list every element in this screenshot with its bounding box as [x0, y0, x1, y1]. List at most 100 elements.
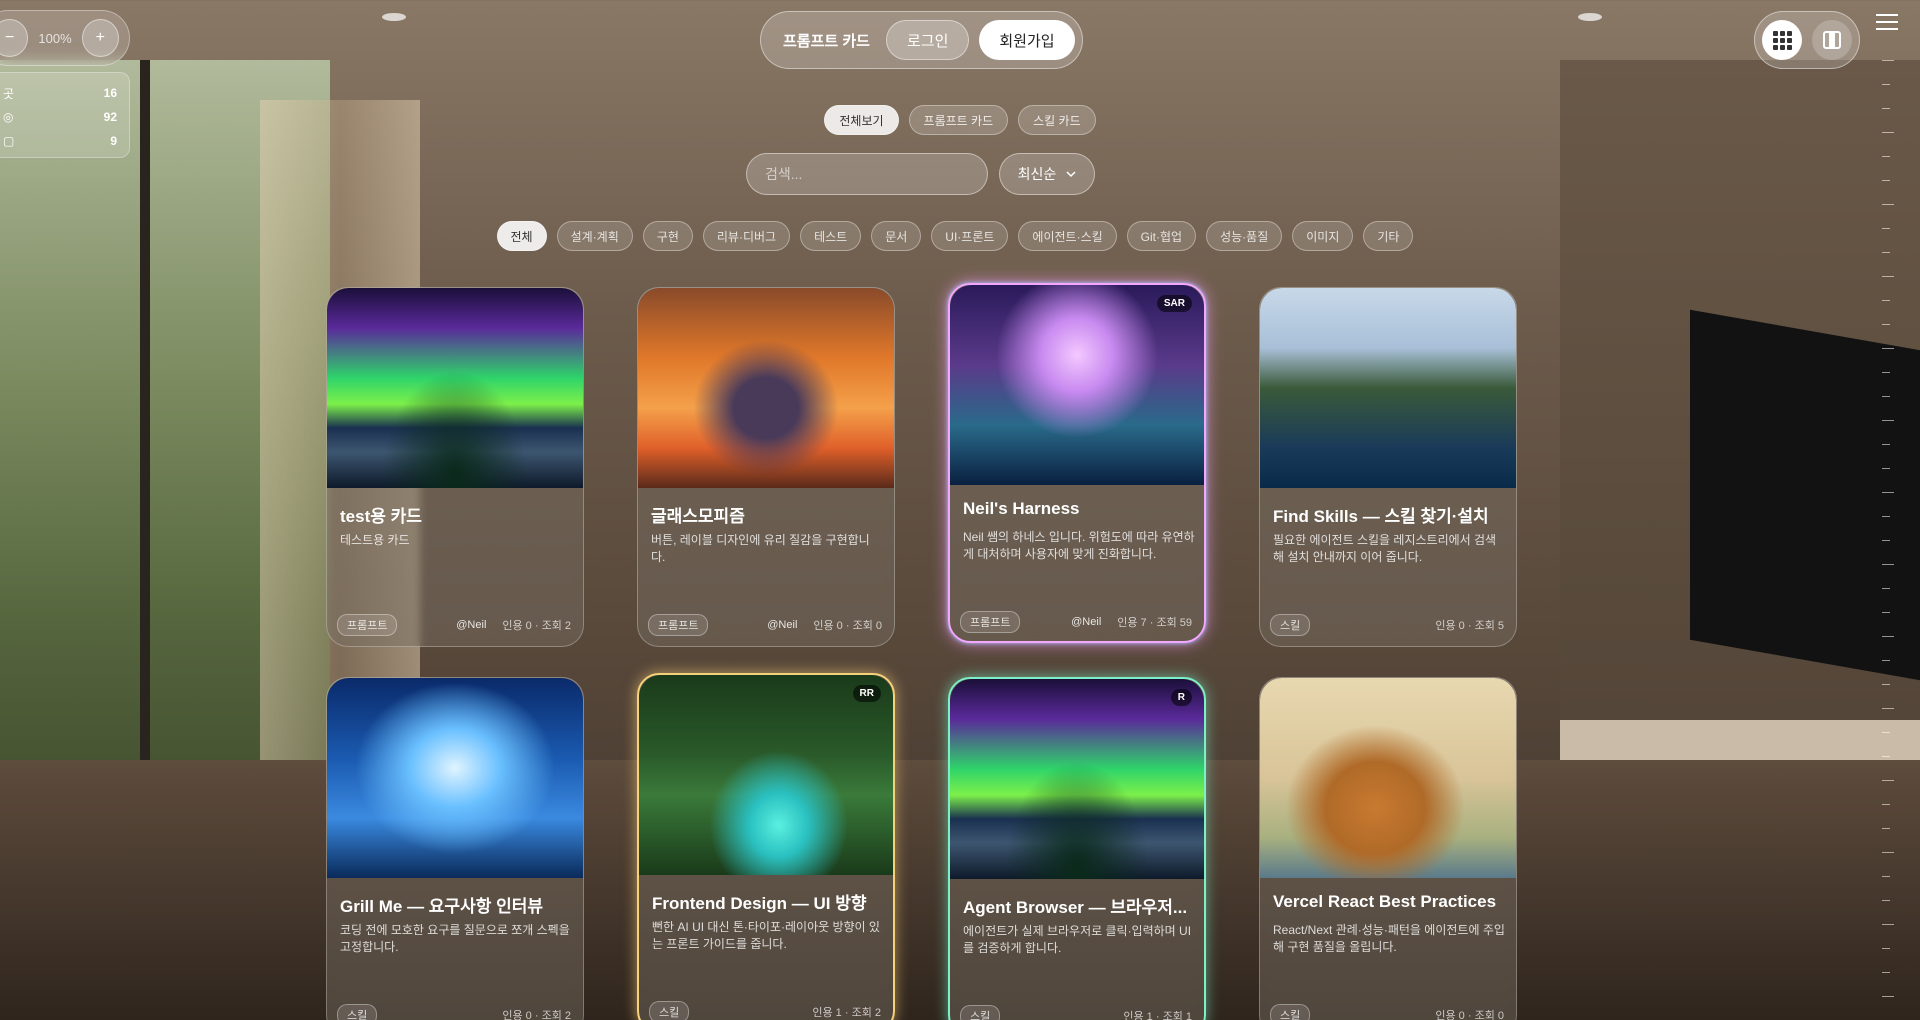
category-chip[interactable]: 테스트	[800, 221, 862, 251]
grid-view-button[interactable]	[1762, 20, 1802, 60]
scroll-tick	[1882, 156, 1890, 157]
category-chip[interactable]: 전체	[496, 221, 547, 251]
brand-title[interactable]: 프롬프트 카드	[783, 30, 870, 51]
card-meta: 인용 1 · 조회 2	[812, 1007, 881, 1019]
card-tag: 스킬	[1270, 1004, 1311, 1020]
sort-select[interactable]: 최신순	[999, 153, 1095, 195]
scroll-tick	[1882, 108, 1890, 109]
tv-console	[1560, 720, 1920, 760]
card-tag: 스킬	[337, 1004, 378, 1020]
card-title: test용 카드	[340, 507, 422, 526]
category-chip[interactable]: 성능·품질	[1206, 221, 1283, 251]
signup-button[interactable]: 회원가입	[979, 20, 1075, 60]
card-image	[1260, 288, 1516, 488]
scroll-tick	[1882, 948, 1890, 949]
category-chip[interactable]: 리뷰·디버그	[702, 221, 791, 251]
tab-prompt-cards[interactable]: 프롬프트 카드	[908, 105, 1009, 135]
scroll-tick	[1882, 732, 1890, 733]
ceiling-light	[1578, 13, 1602, 21]
card-tag: 프롬프트	[960, 611, 1021, 633]
scroll-tick	[1882, 660, 1890, 661]
scroll-tick	[1882, 588, 1890, 589]
card-meta: 인용 0 · 조회 0	[813, 620, 882, 632]
scroll-tick	[1882, 180, 1890, 181]
scroll-tick	[1882, 348, 1894, 349]
zoom-out-button[interactable]: −	[0, 19, 29, 57]
card-description: 코딩 전에 모호한 요구를 질문으로 쪼개 스펙을 고정합니다.	[340, 923, 570, 954]
scroll-tick	[1882, 276, 1894, 277]
scroll-tick	[1882, 372, 1890, 373]
scroll-tick	[1882, 708, 1894, 709]
card[interactable]: R Agent Browser — 브라우저... 에이전트가 실제 브라우저로…	[948, 677, 1206, 1020]
category-chip[interactable]: 설계·계획	[556, 221, 633, 251]
scroll-tick	[1882, 540, 1890, 541]
scroll-tick	[1882, 612, 1890, 613]
card-title: Frontend Design — UI 방향	[652, 894, 867, 913]
grid-view-icon	[1772, 30, 1792, 50]
card-author[interactable]: @Neil	[767, 619, 797, 631]
scroll-tick	[1882, 300, 1890, 301]
login-button[interactable]: 로그인	[885, 20, 970, 60]
card-footer: 프롬프트 @Neil 인용 0 · 조회 0	[648, 614, 882, 636]
search-input[interactable]	[765, 166, 969, 182]
card-meta: 인용 0 · 조회 2	[502, 620, 571, 632]
tab-all[interactable]: 전체보기	[824, 105, 899, 135]
scroll-tick	[1882, 444, 1890, 445]
card-author[interactable]: @Neil	[456, 619, 486, 631]
scroll-tick	[1882, 60, 1894, 61]
scroll-tick	[1882, 492, 1894, 493]
card[interactable]: Grill Me — 요구사항 인터뷰 코딩 전에 모호한 요구를 질문으로 쪼…	[326, 677, 584, 1020]
scroll-tick	[1882, 636, 1894, 637]
card-title: Agent Browser — 브라우저...	[963, 898, 1188, 917]
scroll-tick	[1882, 420, 1894, 421]
single-view-icon	[1823, 31, 1841, 49]
scroll-tick	[1882, 252, 1890, 253]
scroll-tick	[1882, 900, 1890, 901]
stat-icon: 곳	[3, 86, 15, 101]
scroll-tick	[1882, 780, 1894, 781]
category-chip[interactable]: Git·협업	[1126, 221, 1197, 251]
card[interactable]: SAR Neil's Harness Neil 쌤의 하네스 입니다. 위험도에…	[948, 283, 1206, 643]
card-title: Vercel React Best Practices	[1273, 892, 1497, 911]
card-author[interactable]: @Neil	[1071, 616, 1101, 628]
category-chip[interactable]: UI·프론트	[931, 221, 1009, 251]
stat-value: 16	[103, 86, 117, 100]
card-title: Neil's Harness	[963, 499, 1080, 518]
scroll-tick	[1882, 924, 1894, 925]
zoom-in-button[interactable]: +	[81, 19, 119, 57]
card-tag: 스킬	[1270, 614, 1311, 636]
card-description: 뻔한 AI UI 대신 톤·타이포·레이아웃 방향이 있는 프론트 가이드를 줍…	[652, 920, 880, 951]
card[interactable]: test용 카드 테스트용 카드 프롬프트 @Neil 인용 0 · 조회 2	[326, 287, 584, 647]
window-frame	[140, 60, 150, 860]
card-description: React/Next 관례·성능·패턴을 에이전트에 주입해 구현 품질을 올립…	[1273, 923, 1505, 954]
view-tabs: 전체보기 프롬프트 카드 스킬 카드	[0, 105, 1920, 135]
scroll-tick	[1882, 876, 1890, 877]
scroll-tick	[1882, 204, 1894, 205]
card-footer: 프롬프트 @Neil 인용 0 · 조회 2	[337, 614, 571, 636]
tab-skill-cards[interactable]: 스킬 카드	[1018, 105, 1096, 135]
card[interactable]: Find Skills — 스킬 찾기·설치 필요한 에이전트 스킬을 레지스트…	[1259, 287, 1517, 647]
stat-icon: ▢	[3, 134, 15, 148]
card-description: 테스트용 카드	[340, 533, 410, 547]
card-image	[1260, 678, 1516, 878]
scroll-rail[interactable]	[1882, 60, 1894, 1020]
category-chip[interactable]: 구현	[642, 221, 693, 251]
single-view-button[interactable]	[1812, 20, 1852, 60]
card-title: Grill Me — 요구사항 인터뷰	[340, 897, 543, 916]
card-description: 에이전트가 실제 브라우저로 클릭·입력하며 UI를 검증하게 합니다.	[963, 924, 1192, 955]
rarity-badge: RR	[852, 685, 881, 702]
category-chip[interactable]: 문서	[871, 221, 922, 251]
scroll-tick	[1882, 852, 1894, 853]
card[interactable]: Vercel React Best Practices React/Next 관…	[1259, 677, 1517, 1020]
card[interactable]: 글래스모피즘 버튼, 레이블 디자인에 유리 질감을 구현합니다. 프롬프트 @N…	[637, 287, 895, 647]
category-chip[interactable]: 이미지	[1292, 221, 1354, 251]
card-meta: 인용 0 · 조회 5	[1435, 620, 1504, 632]
sort-value: 최신순	[1017, 166, 1057, 182]
card[interactable]: RR Frontend Design — UI 방향 뻔한 AI UI 대신 톤…	[637, 673, 895, 1020]
category-chip[interactable]: 기타	[1363, 221, 1414, 251]
card-meta: 인용 1 · 조회 1	[1123, 1011, 1192, 1020]
auth-bar: 프롬프트 카드 로그인 회원가입	[760, 11, 1083, 69]
category-chip[interactable]: 에이전트·스킬	[1018, 221, 1117, 251]
card-tag: 프롬프트	[337, 614, 398, 636]
menu-icon[interactable]	[1876, 14, 1898, 35]
